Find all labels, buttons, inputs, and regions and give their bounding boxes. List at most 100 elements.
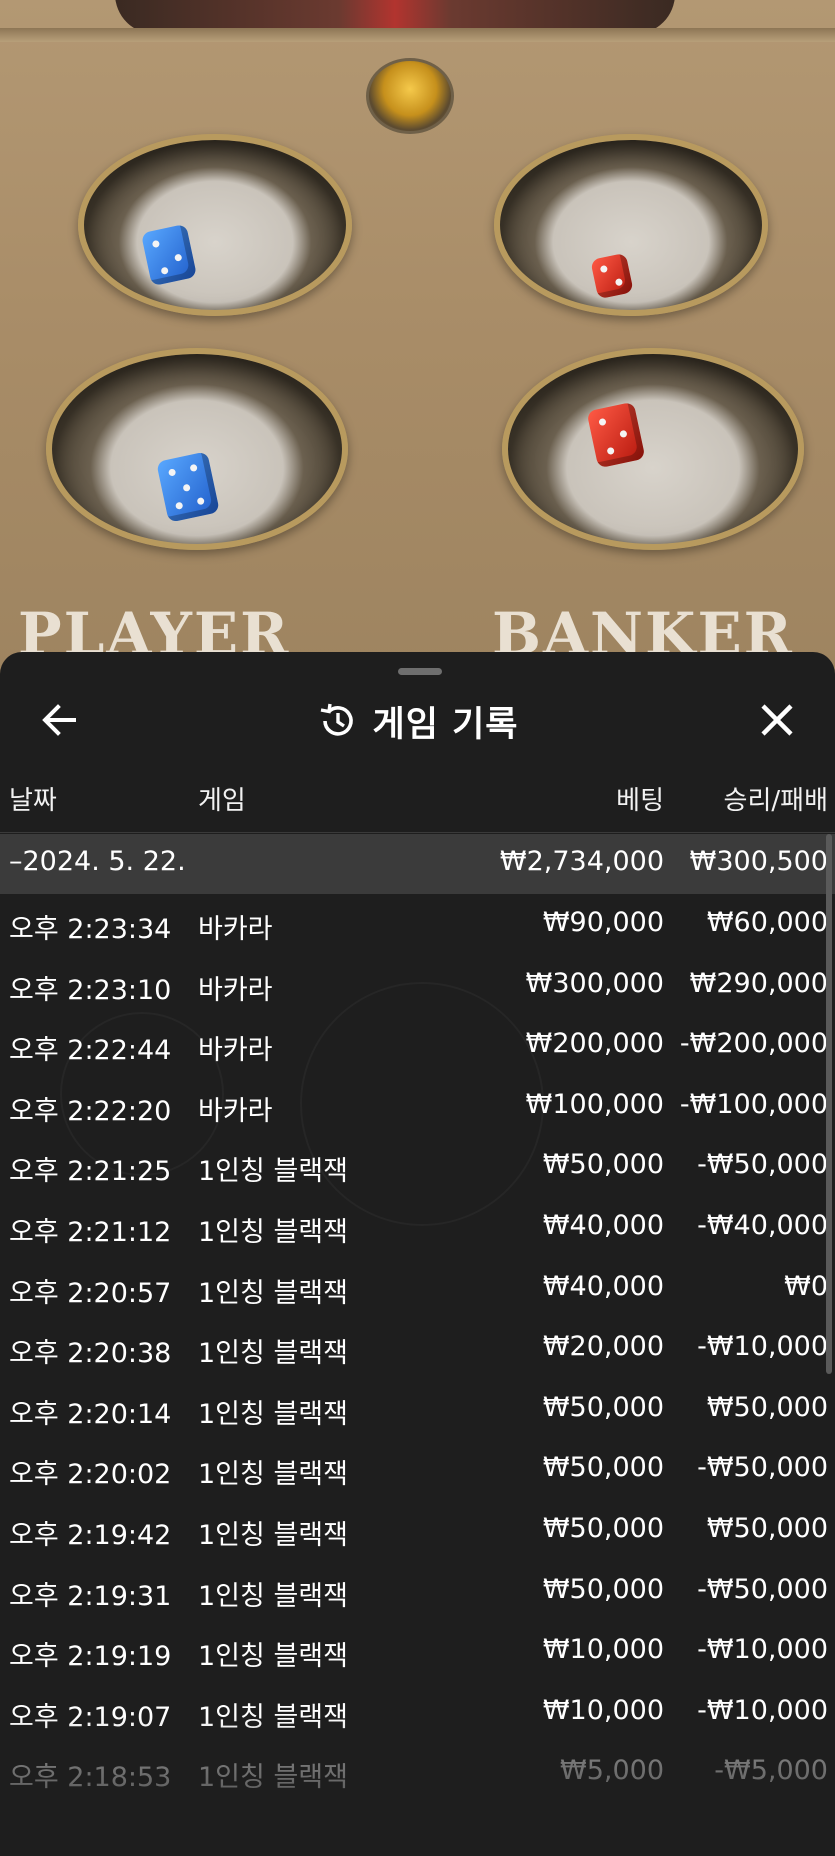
row-bet: ₩40,000 [542,1209,664,1241]
date-group-label: –2024. 5. 22. [9,846,186,877]
history-row[interactable]: 오후 2:18:53 1인칭 블랙잭 ₩5,000 -₩5,000 [0,1742,835,1803]
row-time: 오후 2:19:42 [9,1519,172,1551]
history-row[interactable]: 오후 2:19:42 1인칭 블랙잭 ₩50,000 ₩50,000 [0,1500,835,1561]
column-header-win-loss: 승리/패배 [723,786,828,816]
row-bet: ₩50,000 [542,1452,664,1484]
row-bet: ₩50,000 [542,1391,664,1423]
row-bet: ₩90,000 [542,907,664,938]
history-row[interactable]: 오후 2:23:10 바카라 ₩300,000 ₩290,000 [0,955,835,1016]
scrollbar[interactable] [826,834,832,1374]
row-result: ₩290,000 [689,967,828,999]
history-row[interactable]: 오후 2:19:07 1인칭 블랙잭 ₩10,000 -₩10,000 [0,1682,835,1743]
close-icon [761,704,793,736]
history-list: 오후 2:23:34 바카라 ₩90,000 ₩60,000 오후 2:23:10 바카… [0,894,835,1803]
row-time: 오후 2:20:14 [9,1398,172,1430]
close-button[interactable] [753,696,801,744]
drag-handle[interactable] [398,668,442,675]
history-row[interactable]: 오후 2:20:14 1인칭 블랙잭 ₩50,000 ₩50,000 [0,1379,835,1440]
row-bet: ₩50,000 [542,1512,664,1544]
row-time: 오후 2:19:31 [9,1580,172,1612]
player-bottom-dice-cup [46,348,348,550]
row-game: 1인칭 블랙잭 [198,1338,348,1370]
row-bet: ₩10,000 [542,1694,664,1726]
history-icon [320,703,353,736]
row-time: 오후 2:20:57 [9,1277,172,1309]
row-result: -₩50,000 [697,1149,828,1181]
row-result: -₩50,000 [697,1573,828,1605]
history-row[interactable]: 오후 2:22:20 바카라 ₩100,000 -₩100,000 [0,1076,835,1137]
row-result: -₩200,000 [679,1028,828,1060]
row-result: -₩5,000 [714,1755,828,1787]
row-game: 1인칭 블랙잭 [198,1641,348,1673]
table-header: 날짜 게임 베팅 승리/패배 [0,780,835,828]
history-row[interactable]: 오후 2:19:31 1인칭 블랙잭 ₩50,000 -₩50,000 [0,1561,835,1622]
game-history-sheet: 게임 기록 날짜 게임 베팅 승리/패배 –2024. 5. 22. ₩2,73… [0,652,835,1856]
column-header-date: 날짜 [9,786,57,816]
row-game: 1인칭 블랙잭 [198,1519,348,1551]
row-time: 오후 2:23:34 [9,914,172,945]
sheet-header: 게임 기록 [0,696,835,746]
history-row[interactable]: 오후 2:20:02 1인칭 블랙잭 ₩50,000 -₩50,000 [0,1439,835,1500]
row-time: 오후 2:21:25 [9,1156,172,1188]
row-time: 오후 2:18:53 [9,1762,172,1794]
row-game: 1인칭 블랙잭 [198,1398,348,1430]
date-group-row[interactable]: –2024. 5. 22. ₩2,734,000 ₩300,500 [0,834,835,894]
row-time: 오후 2:19:19 [9,1641,172,1673]
row-game: 1인칭 블랙잭 [198,1277,348,1309]
column-header-game: 게임 [198,786,246,816]
history-row[interactable]: 오후 2:21:25 1인칭 블랙잭 ₩50,000 -₩50,000 [0,1136,835,1197]
row-time: 오후 2:22:44 [9,1035,172,1067]
history-row[interactable]: 오후 2:19:19 1인칭 블랙잭 ₩10,000 -₩10,000 [0,1621,835,1682]
row-game: 1인칭 블랙잭 [198,1762,348,1794]
player-top-dice-cup [78,134,352,316]
row-time: 오후 2:21:12 [9,1216,172,1248]
row-game: 1인칭 블랙잭 [198,1459,348,1491]
row-game: 1인칭 블랙잭 [198,1216,348,1248]
row-time: 오후 2:23:10 [9,974,172,1006]
row-bet: ₩20,000 [542,1331,664,1363]
arrow-left-icon [42,704,76,736]
row-time: 오후 2:20:02 [9,1459,172,1491]
row-bet: ₩10,000 [542,1634,664,1666]
row-result: -₩50,000 [697,1452,828,1484]
table-rail [0,28,835,42]
row-bet: ₩300,000 [525,967,664,999]
date-group-bet-total: ₩2,734,000 [499,846,664,877]
row-bet: ₩40,000 [542,1270,664,1302]
row-result: -₩40,000 [697,1209,828,1241]
row-bet: ₩100,000 [525,1088,664,1120]
game-table-video: PLAYER BANKER [0,0,835,680]
row-result: ₩0 [784,1270,828,1302]
row-time: 오후 2:22:20 [9,1095,172,1127]
row-game: 1인칭 블랙잭 [198,1701,348,1733]
history-row[interactable]: 오후 2:23:34 바카라 ₩90,000 ₩60,000 [0,894,835,955]
row-result: -₩10,000 [697,1694,828,1726]
history-row[interactable]: 오후 2:21:12 1인칭 블랙잭 ₩40,000 -₩40,000 [0,1197,835,1258]
history-row[interactable]: 오후 2:20:38 1인칭 블랙잭 ₩20,000 -₩10,000 [0,1318,835,1379]
row-game: 1인칭 블랙잭 [198,1156,348,1188]
row-bet: ₩50,000 [542,1149,664,1181]
page-title: 게임 기록 [372,704,519,745]
history-row[interactable]: 오후 2:20:57 1인칭 블랙잭 ₩40,000 ₩0 [0,1258,835,1319]
row-game: 바카라 [198,1095,273,1127]
row-result: ₩60,000 [706,907,828,938]
row-bet: ₩5,000 [560,1755,664,1787]
history-row[interactable]: 오후 2:22:44 바카라 ₩200,000 -₩200,000 [0,1015,835,1076]
row-time: 오후 2:19:07 [9,1701,172,1733]
date-group-win-total: ₩300,500 [689,846,828,877]
header-divider [0,832,835,833]
row-bet: ₩50,000 [542,1573,664,1605]
row-result: -₩10,000 [697,1634,828,1666]
banker-bottom-dice-cup [502,348,804,550]
back-button[interactable] [36,696,84,744]
row-result: ₩50,000 [706,1391,828,1423]
row-result: -₩10,000 [697,1331,828,1363]
row-game: 바카라 [198,1035,273,1067]
row-game: 1인칭 블랙잭 [198,1580,348,1612]
row-result: ₩50,000 [706,1512,828,1544]
table-gem-light [366,58,454,134]
row-time: 오후 2:20:38 [9,1338,172,1370]
row-game: 바카라 [198,914,273,945]
row-bet: ₩200,000 [525,1028,664,1060]
row-game: 바카라 [198,974,273,1006]
